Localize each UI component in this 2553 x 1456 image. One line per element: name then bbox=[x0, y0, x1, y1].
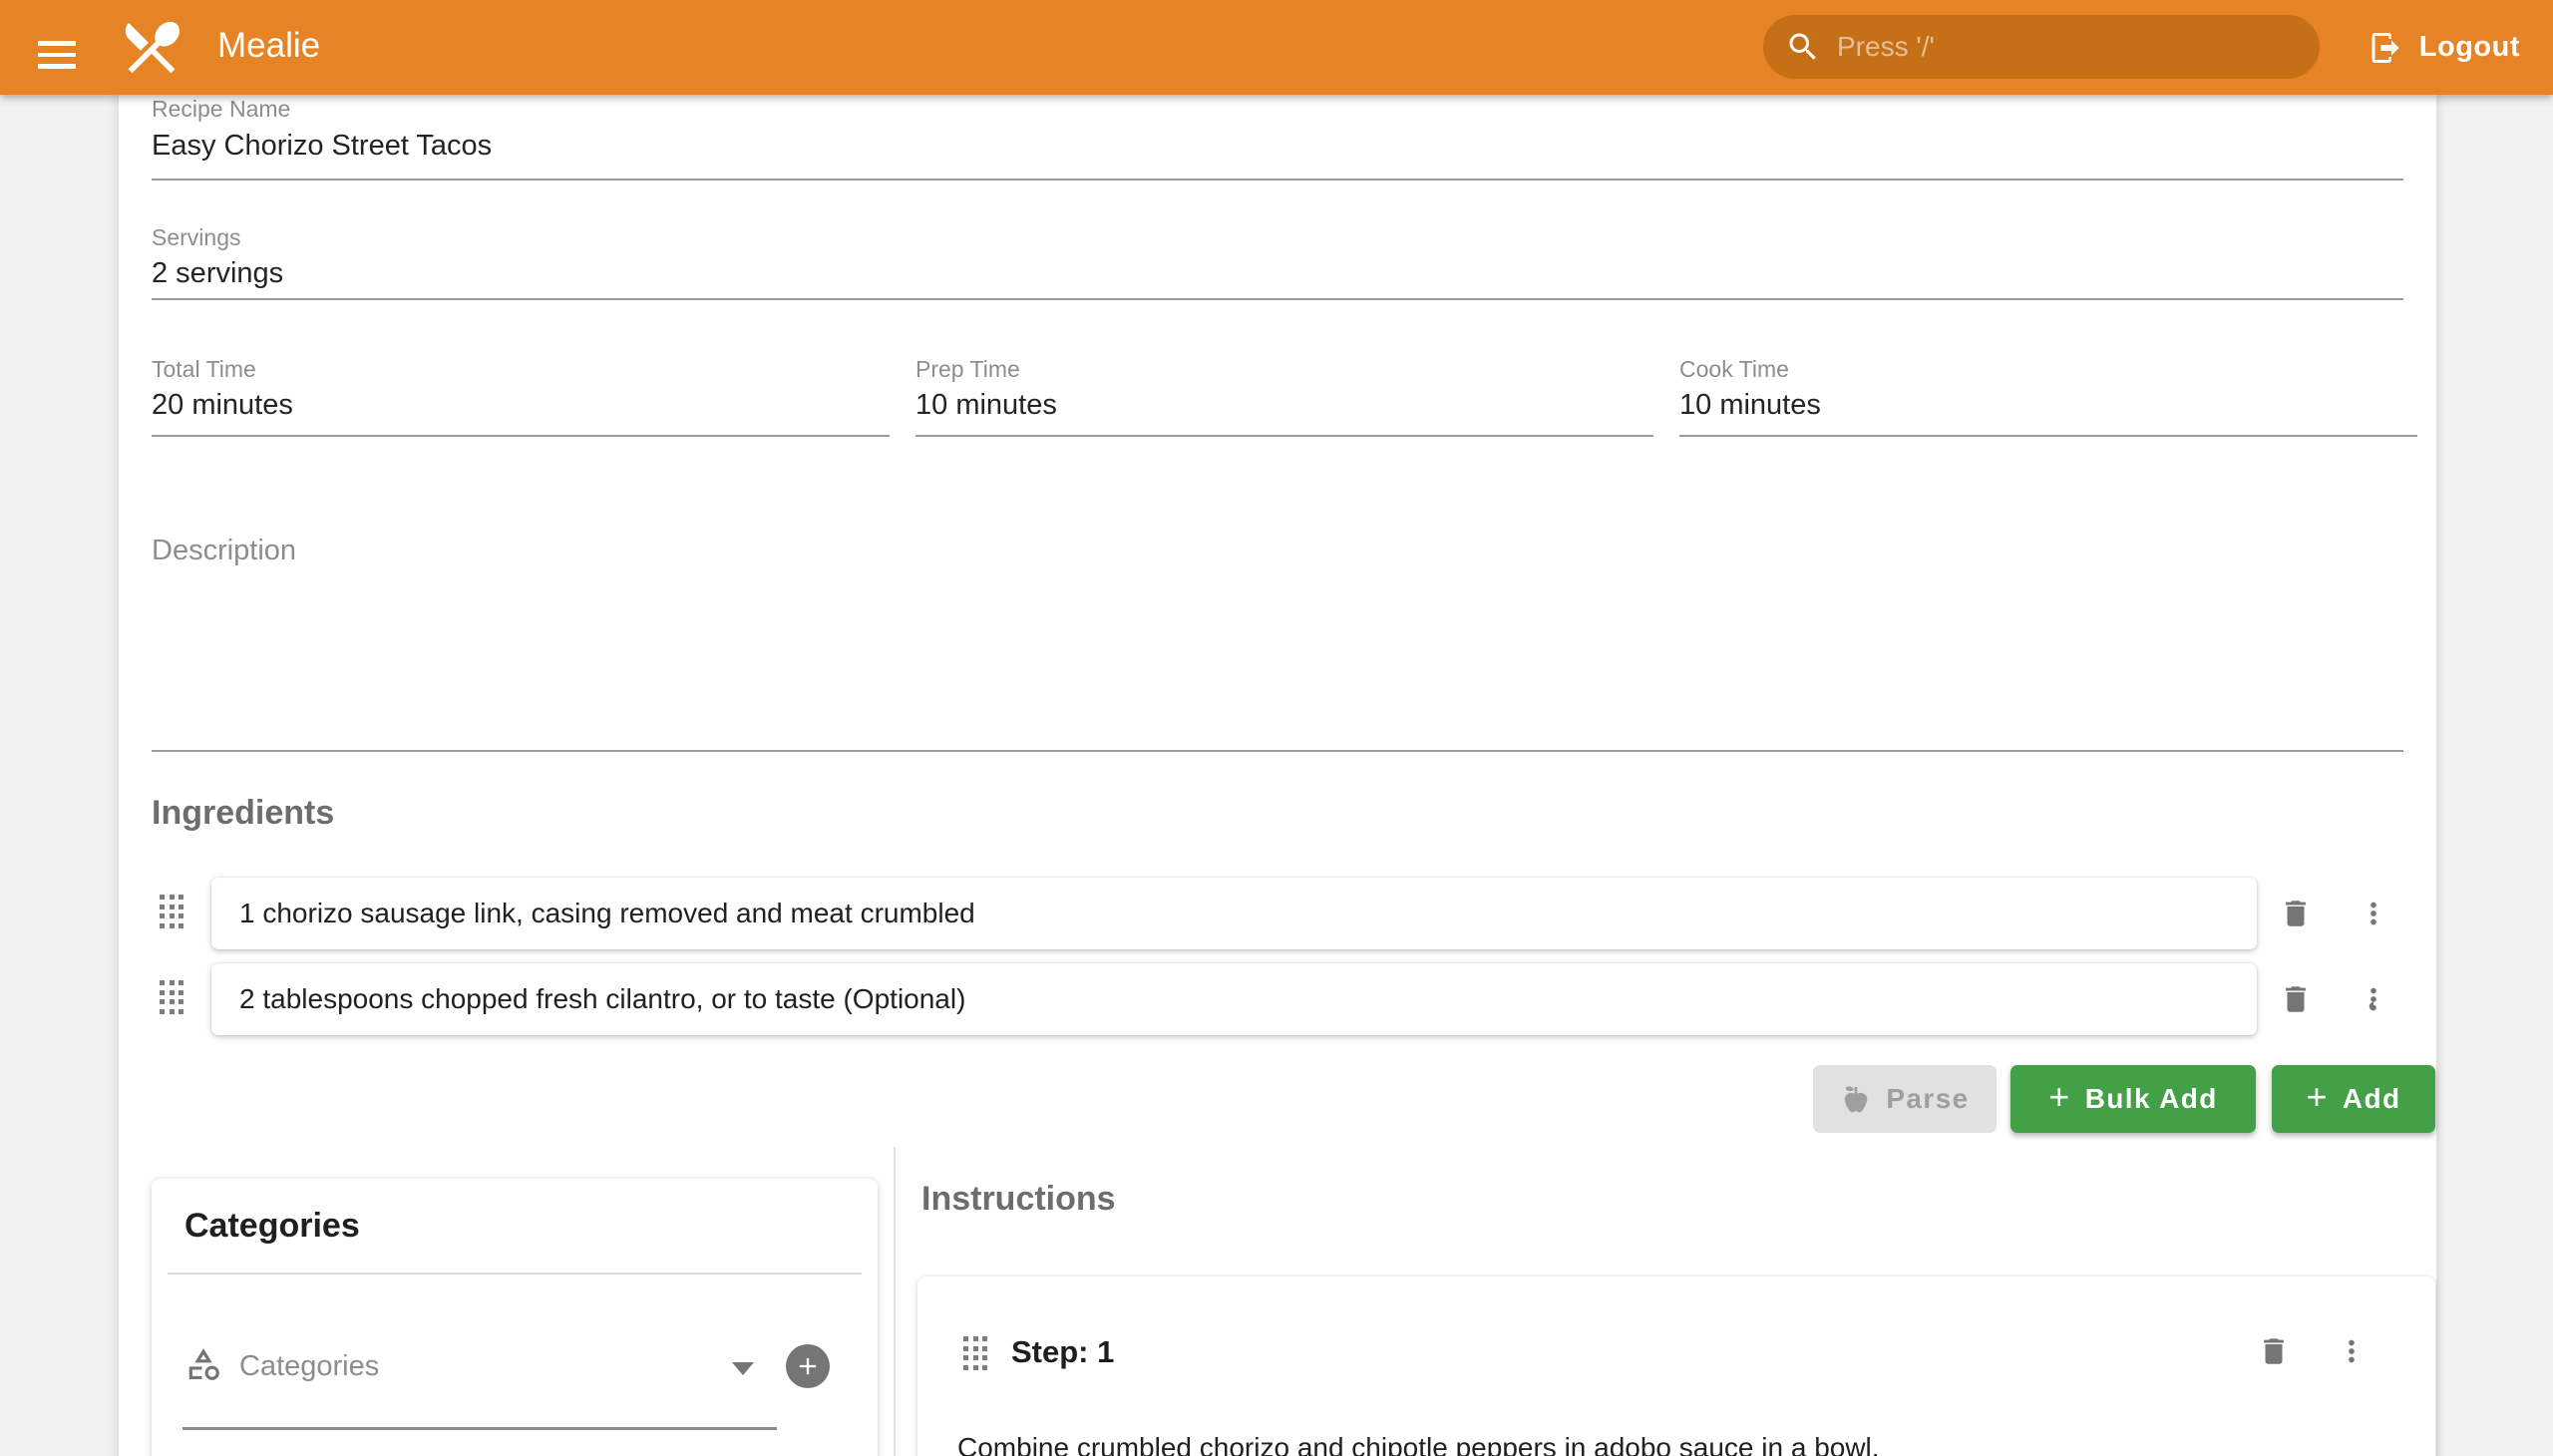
dots-vertical-icon bbox=[2335, 1334, 2369, 1368]
delete-step-button[interactable] bbox=[2254, 1331, 2294, 1371]
logout-label: Logout bbox=[2419, 31, 2520, 64]
search-bar[interactable] bbox=[1763, 15, 2320, 79]
total-time-input[interactable]: 20 minutes bbox=[152, 389, 293, 422]
categories-divider bbox=[168, 1273, 862, 1274]
add-label: Add bbox=[2343, 1083, 2401, 1115]
drag-handle-icon[interactable] bbox=[160, 895, 183, 928]
apple-icon bbox=[1840, 1083, 1872, 1115]
servings-label: Servings bbox=[152, 224, 240, 251]
add-button[interactable]: + Add bbox=[2272, 1065, 2435, 1133]
ingredient-menu-button[interactable] bbox=[2354, 894, 2393, 933]
parse-label: Parse bbox=[1886, 1083, 1969, 1115]
total-time-underline bbox=[152, 435, 890, 437]
recipe-name-input[interactable]: Easy Chorizo Street Tacos bbox=[152, 130, 492, 163]
cook-time-label: Cook Time bbox=[1679, 356, 1789, 383]
instructions-heading: Instructions bbox=[921, 1180, 1116, 1219]
categories-select-underline bbox=[182, 1427, 777, 1430]
recipe-name-underline bbox=[152, 179, 2403, 181]
menu-icon[interactable] bbox=[38, 41, 76, 69]
chevron-down-icon[interactable] bbox=[732, 1362, 754, 1375]
description-underline bbox=[152, 750, 2403, 752]
step-card: Step: 1 Combine crumbled chorizo and chi… bbox=[917, 1276, 2435, 1456]
trash-icon bbox=[2279, 897, 2313, 930]
servings-underline bbox=[152, 298, 2403, 300]
servings-input[interactable]: 2 servings bbox=[152, 257, 283, 290]
step-menu-button[interactable] bbox=[2332, 1331, 2371, 1371]
app-title: Mealie bbox=[217, 26, 320, 66]
bulk-add-button[interactable]: + Bulk Add bbox=[2010, 1065, 2256, 1133]
plus-icon: + bbox=[2048, 1079, 2070, 1115]
mealie-logo-icon bbox=[118, 13, 185, 81]
dots-vertical-icon bbox=[2357, 982, 2390, 1016]
recipe-editor-page: Mealie Logout Recipe Name Easy Chorizo S… bbox=[0, 0, 2553, 1456]
shapes-icon bbox=[184, 1345, 222, 1383]
app-header: Mealie Logout bbox=[0, 0, 2553, 95]
prep-time-input[interactable]: 10 minutes bbox=[915, 389, 1057, 422]
plus-icon: + bbox=[2306, 1079, 2328, 1115]
plus-icon bbox=[794, 1352, 822, 1380]
cook-time-underline bbox=[1679, 435, 2417, 437]
ingredient-menu-button[interactable] bbox=[2354, 979, 2393, 1019]
prep-time-underline bbox=[915, 435, 1653, 437]
categories-card: Categories Categories bbox=[152, 1179, 878, 1456]
ingredient-row: 2 tablespoons chopped fresh cilantro, or… bbox=[152, 963, 2403, 1035]
categories-title: Categories bbox=[184, 1207, 360, 1246]
trash-icon bbox=[2279, 982, 2313, 1016]
drag-handle-icon[interactable] bbox=[963, 1336, 987, 1370]
step-title: Step: 1 bbox=[1011, 1334, 1114, 1370]
dots-vertical-icon bbox=[2357, 897, 2390, 930]
bulk-add-label: Bulk Add bbox=[2085, 1083, 2218, 1115]
description-label: Description bbox=[152, 535, 296, 567]
recipe-name-label: Recipe Name bbox=[152, 96, 290, 123]
create-category-button[interactable] bbox=[786, 1344, 830, 1388]
ingredient-row: 1 chorizo sausage link, casing removed a… bbox=[152, 878, 2403, 949]
parse-button[interactable]: Parse bbox=[1813, 1065, 1997, 1133]
cook-time-input[interactable]: 10 minutes bbox=[1679, 389, 1821, 422]
ingredient-input[interactable]: 1 chorizo sausage link, casing removed a… bbox=[211, 878, 2257, 949]
ingredients-heading: Ingredients bbox=[152, 794, 334, 833]
logout-button[interactable]: Logout bbox=[2368, 0, 2520, 95]
column-divider bbox=[894, 1147, 896, 1456]
trash-icon bbox=[2257, 1334, 2291, 1368]
drag-handle-icon[interactable] bbox=[160, 980, 183, 1014]
description-textarea[interactable] bbox=[152, 573, 2403, 748]
logout-icon bbox=[2368, 30, 2403, 66]
delete-ingredient-button[interactable] bbox=[2276, 894, 2316, 933]
search-input[interactable] bbox=[1835, 30, 2320, 64]
delete-ingredient-button[interactable] bbox=[2276, 979, 2316, 1019]
prep-time-label: Prep Time bbox=[915, 356, 1020, 383]
total-time-label: Total Time bbox=[152, 356, 256, 383]
search-icon bbox=[1785, 29, 1821, 65]
ingredient-input[interactable]: 2 tablespoons chopped fresh cilantro, or… bbox=[211, 963, 2257, 1035]
categories-select[interactable]: Categories bbox=[239, 1350, 379, 1383]
step-text-input[interactable]: Combine crumbled chorizo and chipotle pe… bbox=[957, 1432, 1880, 1456]
